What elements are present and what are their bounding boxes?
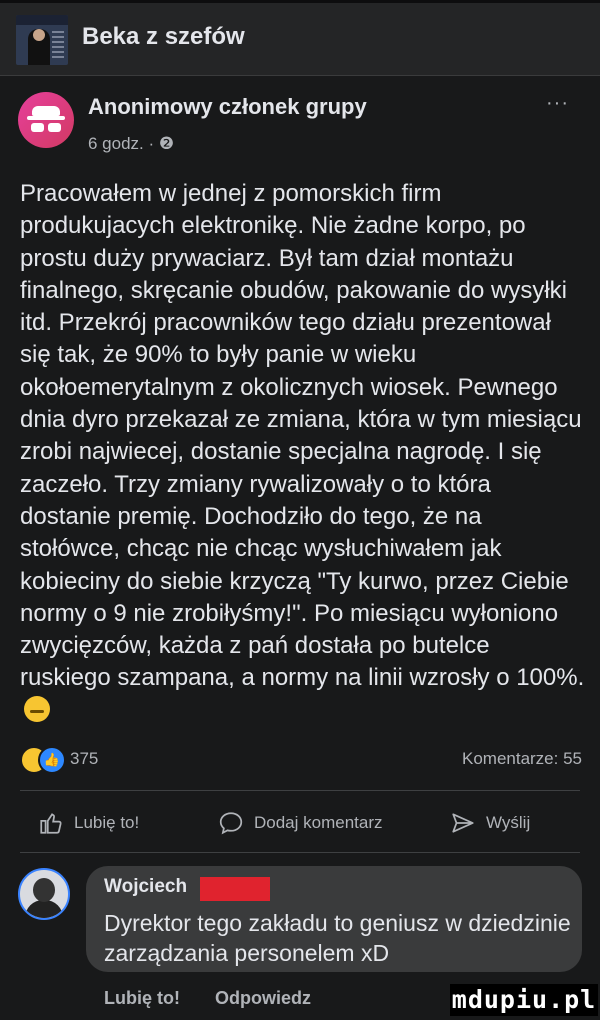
site-watermark: mdupiu.pl: [450, 984, 598, 1016]
commenter-name[interactable]: Wojciech: [104, 876, 187, 898]
comment-icon: [219, 812, 243, 835]
add-comment-label: Dodaj komentarz: [254, 813, 383, 832]
censor-bar: [200, 877, 270, 901]
group-title[interactable]: Beka z szefów: [82, 23, 245, 51]
like-button[interactable]: Lubię to!: [38, 808, 139, 838]
post-text: Pracowałem w jednej z pomorskich firm pr…: [20, 180, 585, 692]
thumbs-up-icon: [40, 813, 62, 834]
comment-text: Dyrektor tego zakładu to geniusz w dzied…: [104, 910, 571, 966]
post-timestamp[interactable]: 6 godz. · ❷: [88, 134, 174, 154]
divider: [20, 790, 580, 791]
commenter-avatar[interactable]: [18, 868, 70, 920]
like-button-label: Lubię to!: [74, 813, 140, 832]
comment-like-link[interactable]: Lubię to!: [104, 988, 180, 1008]
more-options-icon[interactable]: ···: [546, 92, 569, 115]
comment-actions: Lubię to! Odpowiedz: [104, 988, 341, 1009]
comment-reply-link[interactable]: Odpowiedz: [215, 988, 311, 1008]
add-comment-button[interactable]: Dodaj komentarz: [218, 808, 383, 838]
like-reaction-icon: 👍: [38, 746, 66, 774]
divider: [20, 852, 580, 853]
send-icon: [452, 813, 474, 833]
monocle-emoji-icon: [24, 695, 50, 722]
group-thumbnail[interactable]: [16, 15, 68, 65]
group-header: Beka z szefów: [0, 3, 600, 76]
send-button[interactable]: Wyślij: [450, 808, 530, 838]
post-author[interactable]: Anonimowy członek grupy: [88, 94, 367, 120]
send-label: Wyślij: [486, 813, 531, 832]
comments-count[interactable]: Komentarze: 55: [462, 749, 582, 769]
reaction-count[interactable]: 375: [70, 749, 98, 769]
anonymous-avatar-icon[interactable]: [18, 92, 74, 148]
post-body: Pracowałem w jednej z pomorskich firm pr…: [20, 178, 586, 727]
